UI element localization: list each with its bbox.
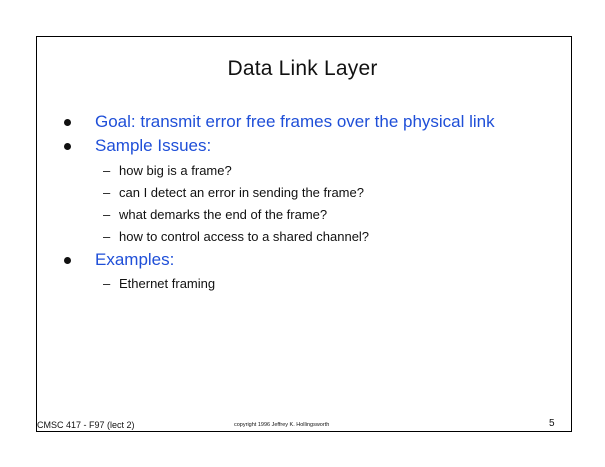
bullet-goal: Goal: transmit error free frames over th… (64, 112, 495, 132)
sub-item: – can I detect an error in sending the fr… (103, 185, 364, 201)
dash-icon: – (103, 276, 111, 291)
sub-item: – what demarks the end of the frame? (103, 207, 327, 223)
bullet-dot-icon (64, 119, 71, 126)
dash-icon: – (103, 185, 111, 200)
slide-title: Data Link Layer (227, 57, 378, 80)
footer-copyright: copyright 1996 Jeffrey K. Hollingsworth (234, 422, 330, 428)
bullet-text: Examples: (95, 250, 175, 269)
bullet-sample-issues: Sample Issues: (64, 136, 212, 156)
sub-item: – Ethernet framing (103, 276, 215, 292)
sub-item: – how big is a frame? (103, 163, 232, 179)
bullet-dot-icon (64, 257, 71, 264)
sub-item-text: can I detect an error in sending the fra… (119, 185, 364, 200)
sub-item: – how to control access to a shared chann… (103, 229, 369, 245)
page-number: 5 (549, 418, 555, 429)
bullet-examples: Examples: (64, 250, 175, 270)
dash-icon: – (103, 207, 111, 222)
sub-item-text: how to control access to a shared channe… (119, 229, 370, 244)
bullet-text: Sample Issues: (95, 136, 212, 155)
dash-icon: – (103, 163, 111, 178)
sub-item-text: Ethernet framing (119, 276, 216, 291)
dash-icon: – (103, 229, 111, 244)
sub-item-text: how big is a frame? (119, 163, 232, 178)
bullet-dot-icon (64, 143, 71, 150)
sub-item-text: what demarks the end of the frame? (119, 207, 328, 222)
bullet-text: Goal: transmit error free frames over th… (95, 112, 495, 131)
footer-course: CMSC 417 - F97 (lect 2) (37, 420, 135, 430)
